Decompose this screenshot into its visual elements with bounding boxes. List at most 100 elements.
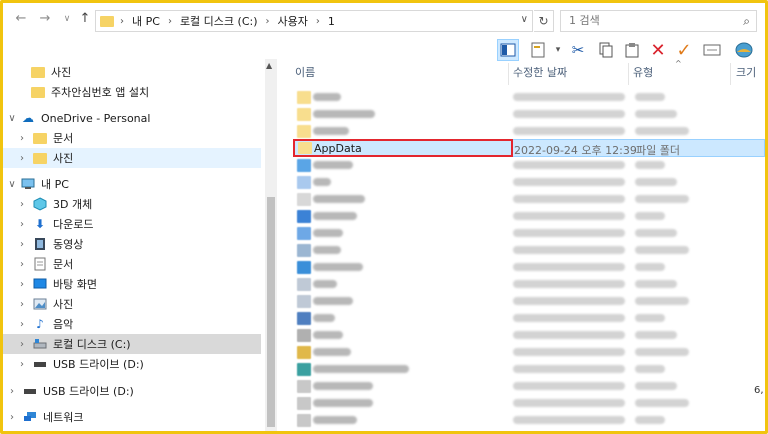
nav-item-parking-app[interactable]: 주차안심번호 앱 설치 — [3, 82, 261, 102]
chevron-right-icon[interactable]: › — [17, 359, 27, 370]
file-row[interactable] — [293, 157, 765, 175]
chevron-right-icon[interactable]: › — [17, 153, 27, 164]
chevron-down-icon[interactable]: ∨ — [7, 113, 17, 124]
file-row[interactable] — [293, 225, 765, 243]
file-list: 이름 수정한 날짜 유형 ^ 크기 AppData 2022-09-24 오후 … — [279, 59, 765, 431]
nav-item-network[interactable]: › 네트워크 — [3, 407, 261, 427]
properties-icon[interactable] — [527, 39, 549, 61]
file-row[interactable] — [293, 259, 765, 277]
file-type — [635, 176, 677, 189]
file-icon — [297, 363, 311, 376]
chevron-right-icon[interactable]: › — [17, 319, 27, 330]
nav-item-3d-objects[interactable]: › 3D 개체 — [3, 194, 261, 214]
preview-pane-icon[interactable] — [497, 39, 519, 61]
file-row[interactable] — [293, 208, 765, 226]
copy-icon[interactable] — [595, 39, 617, 61]
nav-item-pictures[interactable]: › 사진 — [3, 294, 261, 314]
recent-locations-icon[interactable]: ∨ — [59, 11, 75, 27]
up-arrow-icon[interactable]: ↑ — [77, 11, 93, 27]
pc-icon — [21, 177, 35, 191]
nav-item-onedrive-documents[interactable]: › 문서 — [3, 128, 261, 148]
nav-item-desktop[interactable]: › 바탕 화면 — [3, 274, 261, 294]
nav-item-downloads[interactable]: › ⬇ 다운로드 — [3, 214, 261, 234]
nav-item-documents[interactable]: › 문서 — [3, 254, 261, 274]
file-row[interactable] — [293, 276, 765, 294]
checkmark-icon[interactable]: ✓ — [673, 39, 695, 61]
file-icon — [297, 91, 311, 104]
file-row[interactable] — [293, 191, 765, 209]
search-input[interactable] — [569, 14, 729, 27]
file-row[interactable] — [293, 361, 765, 379]
file-row[interactable] — [293, 395, 765, 413]
file-name — [313, 91, 341, 104]
nav-item-onedrive[interactable]: ∨ ☁ OneDrive - Personal — [3, 108, 261, 128]
breadcrumb-users[interactable]: 사용자 — [278, 13, 308, 29]
search-icon: ⌕ — [743, 14, 750, 28]
file-row[interactable] — [293, 378, 765, 396]
chevron-right-icon[interactable]: › — [17, 199, 27, 210]
file-type — [635, 125, 689, 138]
file-type — [635, 261, 665, 274]
shell-icon[interactable] — [733, 39, 755, 61]
chevron-right-icon[interactable]: › — [7, 412, 17, 423]
forward-arrow-icon[interactable]: → — [37, 11, 53, 27]
refresh-icon[interactable]: ↻ — [534, 10, 554, 32]
file-name — [313, 210, 357, 223]
column-divider[interactable] — [508, 63, 509, 85]
size-fragment: 6, — [754, 385, 764, 396]
chevron-right-icon[interactable]: › — [7, 386, 17, 397]
search-box[interactable]: ⌕ — [560, 10, 757, 32]
nav-item-local-disk[interactable]: › 로컬 디스크 (C:) — [3, 334, 261, 354]
scrollbar-thumb[interactable] — [267, 197, 275, 427]
chevron-right-icon[interactable]: › — [17, 339, 27, 350]
file-type — [635, 312, 665, 325]
column-header-modified[interactable]: 수정한 날짜 — [513, 63, 567, 83]
scroll-up-icon[interactable]: ▲ — [266, 61, 272, 70]
file-row[interactable] — [293, 412, 765, 430]
file-row[interactable] — [293, 327, 765, 345]
chevron-right-icon[interactable]: › — [17, 299, 27, 310]
file-modified — [513, 414, 625, 427]
paste-icon[interactable] — [621, 39, 643, 61]
chevron-right-icon[interactable]: › — [17, 279, 27, 290]
file-row[interactable] — [293, 174, 765, 192]
back-arrow-icon[interactable]: ← — [13, 11, 29, 27]
file-row[interactable] — [293, 344, 765, 362]
nav-item-usb-drive-root[interactable]: › USB 드라이브 (D:) — [3, 381, 261, 401]
nav-scrollbar[interactable]: ▲ — [265, 59, 277, 431]
nav-item-onedrive-pictures[interactable]: › 사진 — [3, 148, 261, 168]
delete-icon[interactable]: ✕ — [647, 39, 669, 61]
column-header-size[interactable]: 크기 — [736, 63, 756, 83]
nav-item-videos[interactable]: › 동영상 — [3, 234, 261, 254]
rename-icon[interactable] — [701, 39, 723, 61]
file-icon — [297, 227, 311, 240]
nav-item-music[interactable]: › ♪ 음악 — [3, 314, 261, 334]
column-divider[interactable] — [730, 63, 731, 85]
nav-item-this-pc[interactable]: ∨ 내 PC — [3, 174, 261, 194]
address-bar[interactable]: › 내 PC › 로컬 디스크 (C:) › 사용자 › 1 ∨ — [95, 10, 533, 32]
chevron-right-icon[interactable]: › — [17, 133, 27, 144]
download-icon: ⬇ — [34, 217, 46, 231]
breadcrumb-pc[interactable]: 내 PC — [132, 13, 160, 29]
file-row[interactable] — [293, 242, 765, 260]
nav-item-pictures-quick[interactable]: 사진 — [3, 62, 261, 82]
address-dropdown-icon[interactable]: ∨ — [521, 14, 528, 25]
cut-icon[interactable]: ✂ — [567, 39, 589, 61]
chevron-right-icon[interactable]: › — [17, 259, 27, 270]
file-name — [313, 329, 343, 342]
file-row[interactable] — [293, 310, 765, 328]
column-header-name[interactable]: 이름 — [295, 63, 315, 83]
file-row[interactable] — [293, 293, 765, 311]
chevron-right-icon[interactable]: › — [17, 239, 27, 250]
properties-dropdown-icon[interactable]: ▾ — [547, 39, 569, 61]
nav-item-usb-drive[interactable]: › USB 드라이브 (D:) — [3, 354, 261, 374]
file-type — [635, 380, 677, 393]
breadcrumb-local-disk[interactable]: 로컬 디스크 (C:) — [180, 13, 258, 29]
file-row[interactable] — [293, 89, 765, 107]
column-header-type[interactable]: 유형 — [633, 63, 653, 83]
file-row[interactable] — [293, 106, 765, 124]
chevron-down-icon[interactable]: ∨ — [7, 179, 17, 190]
column-divider[interactable] — [628, 63, 629, 85]
chevron-right-icon[interactable]: › — [17, 219, 27, 230]
breadcrumb-current[interactable]: 1 — [328, 15, 335, 28]
